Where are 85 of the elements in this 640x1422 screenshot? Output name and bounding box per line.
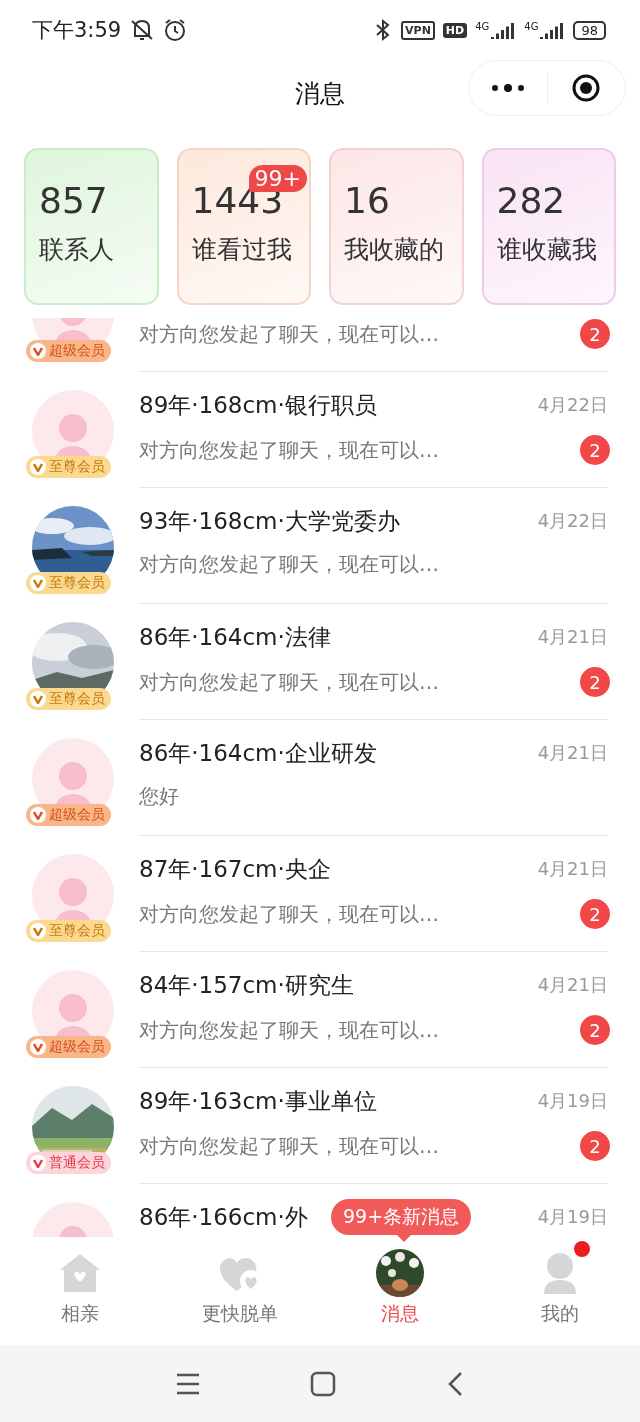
chat-date: 4月19日 [537, 1205, 608, 1229]
member-tag: 超级会员 [26, 1036, 111, 1058]
chat-date: 4月21日 [537, 625, 608, 649]
stat-card[interactable]: 16 我收藏的 [329, 148, 464, 305]
chat-date: 4月21日 [537, 973, 608, 997]
stat-label: 谁收藏我 [496, 234, 598, 266]
chat-date: 4月21日 [537, 741, 608, 765]
chat-date: 4月21日 [537, 857, 608, 881]
chat-date: 4月22日 [537, 509, 608, 533]
vpn-indicator: VPN [401, 20, 435, 40]
message-preview: 对方向您发起了聊天，现在可以… [139, 436, 439, 464]
stat-label: 谁看过我 [191, 234, 293, 266]
chat-row[interactable]: 普通会员 89年·163cm·事业单位 4月19日 对方向您发起了聊天，现在可以… 2 [0, 1068, 640, 1184]
menu-button[interactable] [176, 1372, 200, 1395]
chat-title: 86年·164cm·企业研发 [139, 738, 377, 768]
vip-icon [30, 575, 46, 591]
chat-row[interactable]: 至尊会员 89年·168cm·银行职员 4月22日 对方向您发起了聊天，现在可以… 2 [0, 372, 640, 488]
unread-badge: 2 [580, 1015, 610, 1045]
unread-badge: 2 [580, 1131, 610, 1161]
person-icon [542, 1252, 578, 1294]
stat-count: 282 [496, 180, 567, 221]
home-button[interactable] [310, 1370, 336, 1397]
stat-count: 16 [344, 180, 391, 221]
message-preview: 对方向您发起了聊天，现在可以… [139, 1132, 439, 1160]
vip-icon [30, 1039, 46, 1055]
chat-row[interactable]: 至尊会员 86年·164cm·法律 4月21日 对方向您发起了聊天，现在可以… 2 [0, 604, 640, 720]
vip-icon [30, 343, 46, 359]
unread-badge: 2 [580, 899, 610, 929]
tab-item[interactable]: 相亲 [0, 1237, 160, 1345]
stat-card[interactable]: 282 谁收藏我 [481, 148, 616, 305]
message-preview: 对方向您发起了聊天，现在可以… [139, 900, 439, 928]
message-preview: 对方向您发起了聊天，现在可以… [139, 668, 439, 696]
network-type: 4G [475, 21, 490, 32]
member-tag: 至尊会员 [26, 920, 111, 942]
member-tag: 超级会员 [26, 340, 111, 362]
chat-date: 4月19日 [537, 1089, 608, 1113]
more-icon [490, 83, 525, 93]
message-preview: 对方向您发起了聊天，现在可以… [139, 320, 439, 348]
stat-count: 857 [39, 180, 109, 221]
stat-card[interactable]: 857 联系人 [24, 148, 159, 305]
member-tag: 超级会员 [26, 804, 111, 826]
clock-time: 下午3:59 [32, 17, 122, 44]
tab-item[interactable]: 消息 [320, 1237, 480, 1345]
member-tag: 至尊会员 [26, 572, 111, 594]
member-tag: 至尊会员 [26, 456, 111, 478]
message-preview: 对方向您发起了聊天，现在可以… [139, 551, 439, 578]
chat-title: 87年·167cm·央企 [139, 854, 331, 884]
battery-level: 98 [573, 20, 606, 40]
vip-icon [30, 807, 46, 823]
chat-title: 93年·168cm·大学党委办 [139, 506, 400, 536]
unread-badge: 2 [580, 319, 610, 349]
chat-title: 86年·166cm·外 [139, 1202, 308, 1232]
stat-label: 我收藏的 [344, 234, 445, 266]
chat-title: 86年·164cm·法律 [139, 622, 331, 652]
tab-item[interactable]: 更快脱单 [160, 1237, 320, 1345]
chat-date: 4月22日 [537, 393, 608, 417]
vip-icon [30, 691, 46, 707]
chat-row[interactable]: 超级会员 对方向您发起了聊天，现在可以… 2 [0, 318, 640, 372]
chat-row[interactable]: 至尊会员 93年·168cm·大学党委办 4月22日 对方向您发起了聊天，现在可以… [0, 488, 640, 604]
page-title: 消息 [295, 77, 345, 110]
signal-icon [490, 21, 517, 39]
vip-icon [30, 1155, 46, 1171]
unread-badge: 2 [580, 667, 610, 697]
member-tag: 普通会员 [26, 1152, 111, 1174]
vip-icon [30, 459, 46, 475]
signal-icon [539, 21, 566, 39]
chat-row[interactable]: 超级会员 84年·157cm·研究生 4月21日 对方向您发起了聊天，现在可以… 2 [0, 952, 640, 1068]
member-tag: 至尊会员 [26, 688, 111, 710]
hd-indicator: HD [442, 22, 468, 38]
chat-title: 89年·168cm·银行职员 [139, 390, 377, 420]
vip-icon [30, 923, 46, 939]
back-button[interactable] [446, 1370, 464, 1397]
target-icon [571, 73, 602, 103]
chat-title: 89年·163cm·事业单位 [139, 1086, 377, 1116]
message-preview: 您好 [139, 783, 179, 810]
chat-title: 84年·157cm·研究生 [139, 970, 354, 1000]
tab-item[interactable]: 我的 [480, 1237, 640, 1345]
unread-badge: 2 [580, 435, 610, 465]
stat-label: 联系人 [39, 234, 115, 266]
network-type: 4G [524, 21, 539, 32]
chat-row[interactable]: 超级会员 86年·164cm·企业研发 4月21日 您好 [0, 720, 640, 836]
chat-row[interactable]: 至尊会员 87年·167cm·央企 4月21日 对方向您发起了聊天，现在可以… 2 [0, 836, 640, 952]
house-icon [58, 1252, 102, 1294]
alarm-icon [163, 18, 188, 42]
message-preview: 对方向您发起了聊天，现在可以… [139, 1016, 439, 1044]
